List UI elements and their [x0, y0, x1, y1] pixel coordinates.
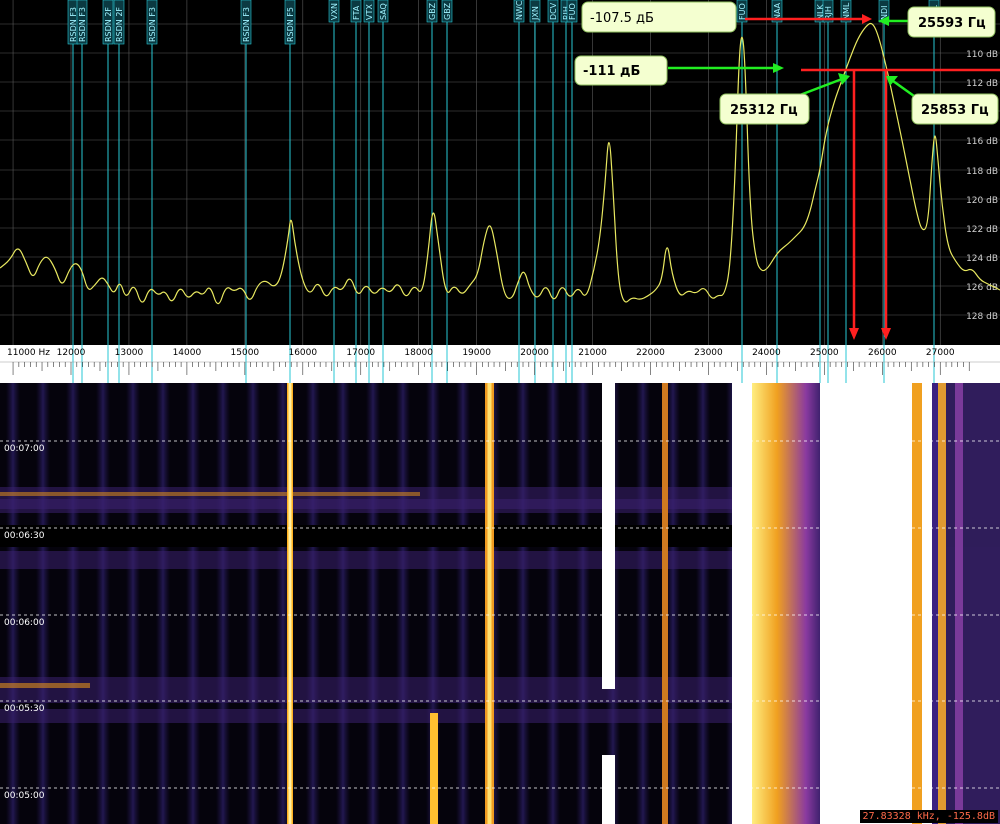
station-label: JXN: [531, 6, 540, 21]
time-label: 00:05:30: [4, 704, 45, 714]
time-label: 00:06:30: [4, 531, 45, 541]
time-label: 00:05:00: [4, 791, 45, 801]
freq-tick-label: 26000: [868, 348, 897, 358]
station-label: GBZ: [443, 2, 452, 20]
time-label: 00:06:00: [4, 618, 45, 628]
signal-trace: [602, 383, 615, 689]
station-label: RSDN F3: [78, 7, 87, 42]
station-label: FUO: [738, 3, 747, 20]
time-label: 00:07:00: [4, 444, 45, 454]
station-label: NWC: [515, 0, 524, 20]
freq-tick-label: 24000: [752, 348, 781, 358]
db-label: 110 dB: [966, 50, 998, 60]
signal-trace: [820, 383, 912, 824]
freq-tick-label: 17000: [346, 348, 375, 358]
left-freq-label: 25312 Гц: [730, 103, 798, 118]
freq-tick-label: 21000: [578, 348, 607, 358]
db-label: 126 dB: [966, 283, 998, 293]
db-label: 118 dB: [966, 167, 998, 177]
signal-trace: [938, 383, 946, 824]
frequency-axis: 11000 Hz 12000 13000 14000 15000 16000 17000 1…: [0, 345, 1000, 383]
freq-tick-label: 14000: [173, 348, 202, 358]
station-markers: RSDN F3 RSDN F3 RSDN 2F RSDN 2F RSDN F3 RSDN …: [67, 0, 940, 345]
peak-db-label: -107.5 дБ: [590, 11, 654, 26]
station-label: GBZ: [428, 2, 437, 20]
station-label: FUO: [568, 3, 577, 20]
level-db-label: -111 дБ: [583, 64, 640, 79]
station-label: NML: [842, 2, 851, 20]
freq-tick-label: 20000: [520, 348, 549, 358]
db-label: 112 dB: [966, 79, 998, 89]
station-label: RSDN F3: [69, 7, 78, 42]
db-label: 128 dB: [966, 312, 998, 322]
station-label: RSDN F3: [148, 7, 157, 42]
cursor-readout: 27.83328 kHz, -125.8dB: [859, 810, 998, 823]
freq-tick-label: 16000: [288, 348, 317, 358]
station-label: RSDN F5: [286, 7, 295, 42]
station-label: NAA: [773, 2, 782, 20]
db-label: 122 dB: [966, 225, 998, 235]
freq-tick-label: 15000: [231, 348, 260, 358]
db-label: 116 dB: [966, 137, 998, 147]
spectrum-plot[interactable]: RSDN F3 RSDN F3 RSDN 2F RSDN 2F RSDN F3 RSDN …: [0, 0, 1000, 345]
freq-tick-label: 23000: [694, 348, 723, 358]
signal-trace: [752, 383, 824, 824]
freq-tick-label: 13000: [115, 348, 144, 358]
freq-tick-label: 25000: [810, 348, 839, 358]
freq-tick-label: 27000: [926, 348, 955, 358]
freq-tick-label: 19000: [462, 348, 491, 358]
signal-trace: [662, 383, 668, 824]
freq-axis-first-label: 11000 Hz: [7, 348, 50, 358]
freq-tick-label: 18000: [404, 348, 433, 358]
station-label: SAQ: [379, 3, 388, 20]
station-label: VTX: [365, 4, 374, 20]
station-label: RSDN F3: [242, 7, 251, 42]
station-label: VXN: [330, 3, 339, 20]
right-freq-arrow: [892, 79, 915, 98]
station-label: RSDN 2F: [104, 7, 113, 42]
peak-freq-label: 25593 Гц: [918, 16, 986, 31]
right-freq-label: 25853 Гц: [921, 103, 989, 118]
station-label: RSDN 2F: [115, 7, 124, 42]
freq-tick-label: 22000: [636, 348, 665, 358]
left-freq-arrow: [799, 77, 843, 97]
signal-trace: [430, 713, 438, 824]
freq-tick-label: 12000: [57, 348, 86, 358]
signal-trace: [732, 383, 752, 824]
db-label: 124 dB: [966, 254, 998, 264]
spectrum-trace: [0, 22, 1000, 305]
spectrum-grid: [0, 0, 1000, 345]
station-label: DCV: [549, 2, 558, 20]
db-label: 120 dB: [966, 196, 998, 206]
waterfall-display[interactable]: 00:07:00 00:06:30 00:06:00 00:05:30 00:05:00: [0, 383, 1000, 824]
station-label: FTA: [352, 5, 361, 20]
